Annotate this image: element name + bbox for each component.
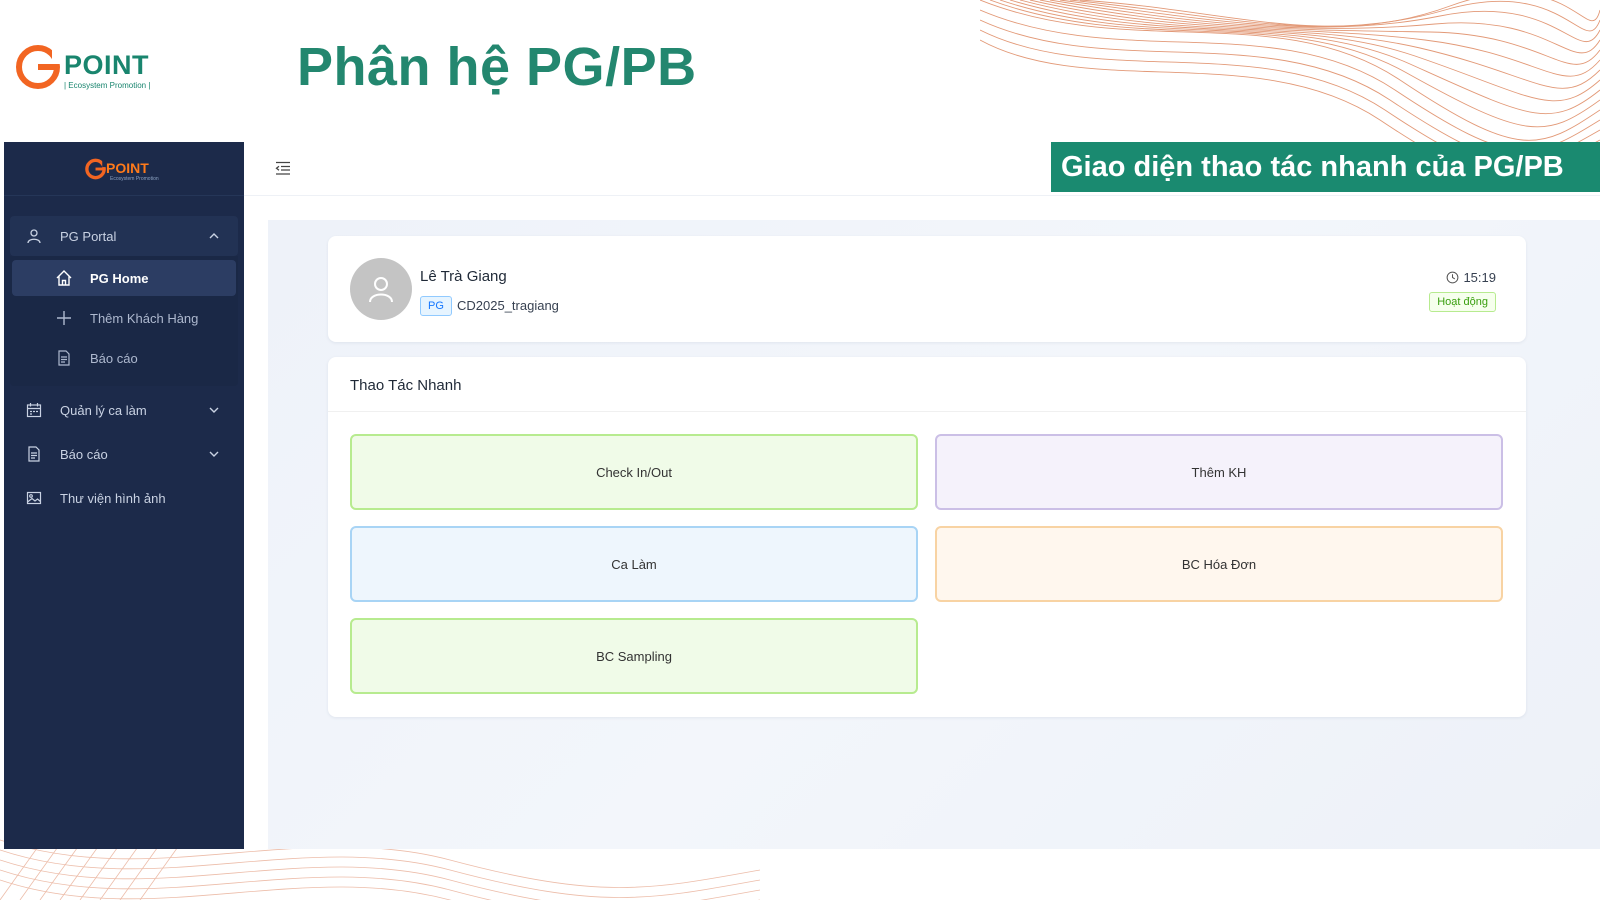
sidebar-item-bao-cao-sub[interactable]: Báo cáo bbox=[10, 340, 238, 376]
shift-button[interactable]: Ca Làm bbox=[350, 526, 918, 602]
user-icon bbox=[24, 226, 44, 246]
app-window: POINT Ecosystem Promotion PG Portal PG H… bbox=[4, 142, 1600, 849]
user-avatar-icon bbox=[369, 277, 393, 303]
sidebar-item-bao-cao[interactable]: Báo cáo bbox=[10, 434, 238, 474]
sidebar-item-quan-ly-ca-lam[interactable]: Quản lý ca làm bbox=[10, 390, 238, 430]
chevron-down-icon bbox=[209, 407, 219, 413]
sidebar-item-label: Thêm Khách Hàng bbox=[90, 310, 199, 326]
role-tag: PG bbox=[420, 296, 452, 316]
sidebar-item-label: Quản lý ca làm bbox=[60, 402, 147, 418]
user-name: Lê Trà Giang bbox=[420, 268, 507, 285]
chevron-down-icon bbox=[209, 451, 219, 457]
sampling-report-button[interactable]: BC Sampling bbox=[350, 618, 918, 694]
calendar-icon bbox=[24, 400, 44, 420]
sidebar-logo[interactable]: POINT Ecosystem Promotion bbox=[4, 142, 244, 196]
decorative-swirl-top bbox=[980, 0, 1600, 150]
quick-actions-card: Thao Tác Nhanh Check In/Out Thêm KH Ca L… bbox=[328, 357, 1526, 717]
slide-title: Phân hệ PG/PB bbox=[297, 37, 697, 97]
user-code: CD2025_tragiang bbox=[457, 298, 559, 313]
clock-icon bbox=[1447, 271, 1459, 284]
invoice-report-button[interactable]: BC Hóa Đơn bbox=[935, 526, 1503, 602]
sidebar-item-label: Báo cáo bbox=[90, 350, 138, 366]
slide-banner: Giao diện thao tác nhanh của PG/PB bbox=[1051, 142, 1600, 192]
sidebar-item-label: Thư viện hình ảnh bbox=[60, 490, 166, 506]
sidebar-submenu-pg-portal: PG Home Thêm Khách Hàng Báo cáo bbox=[10, 256, 238, 386]
profile-card: Lê Trà Giang PG CD2025_tragiang 15:19 Ho… bbox=[328, 236, 1526, 342]
sidebar-menu: PG Portal PG Home Thêm Khách Hàng Báo cá… bbox=[4, 196, 244, 518]
sidebar-item-pg-portal[interactable]: PG Portal bbox=[10, 216, 238, 256]
chevron-up-icon bbox=[209, 233, 219, 239]
main-content: Lê Trà Giang PG CD2025_tragiang 15:19 Ho… bbox=[268, 220, 1600, 849]
sidebar-logo-subtitle: Ecosystem Promotion bbox=[110, 175, 159, 182]
divider bbox=[328, 411, 1526, 412]
logo-text: POINT bbox=[64, 50, 150, 80]
avatar bbox=[350, 258, 412, 320]
add-customer-button[interactable]: Thêm KH bbox=[935, 434, 1503, 510]
document-icon bbox=[24, 444, 44, 464]
sidebar-item-label: Báo cáo bbox=[60, 446, 108, 462]
check-in-out-button[interactable]: Check In/Out bbox=[350, 434, 918, 510]
quick-actions-grid: Check In/Out Thêm KH Ca Làm BC Hóa Đơn B… bbox=[350, 434, 1504, 694]
quick-actions-title: Thao Tác Nhanh bbox=[350, 377, 462, 394]
logo-g-icon bbox=[16, 45, 62, 89]
sidebar-group-pg-portal[interactable]: PG Portal bbox=[10, 216, 238, 256]
logo-g-icon bbox=[85, 158, 108, 179]
menu-fold-icon[interactable] bbox=[274, 159, 292, 177]
status-badge: Hoạt động bbox=[1429, 292, 1496, 312]
image-icon bbox=[24, 488, 44, 508]
time-text: 15:19 bbox=[1463, 270, 1496, 285]
sidebar-item-thu-vien-hinh-anh[interactable]: Thư viện hình ảnh bbox=[10, 478, 238, 518]
sidebar-item-label: PG Portal bbox=[60, 228, 117, 244]
brand-logo: POINT | Ecosystem Promotion | bbox=[14, 42, 174, 94]
logo-subtitle: | Ecosystem Promotion | bbox=[64, 81, 151, 90]
sidebar-item-them-khach-hang[interactable]: Thêm Khách Hàng bbox=[10, 300, 238, 336]
clock-time: 15:19 bbox=[1446, 270, 1496, 285]
sidebar-logo-text: POINT bbox=[106, 159, 149, 176]
home-icon bbox=[54, 268, 74, 288]
sidebar: POINT Ecosystem Promotion PG Portal PG H… bbox=[4, 142, 244, 849]
plus-icon bbox=[54, 308, 74, 328]
document-icon bbox=[54, 348, 74, 368]
sidebar-item-pg-home[interactable]: PG Home bbox=[12, 260, 236, 296]
sidebar-item-label: PG Home bbox=[90, 270, 149, 286]
